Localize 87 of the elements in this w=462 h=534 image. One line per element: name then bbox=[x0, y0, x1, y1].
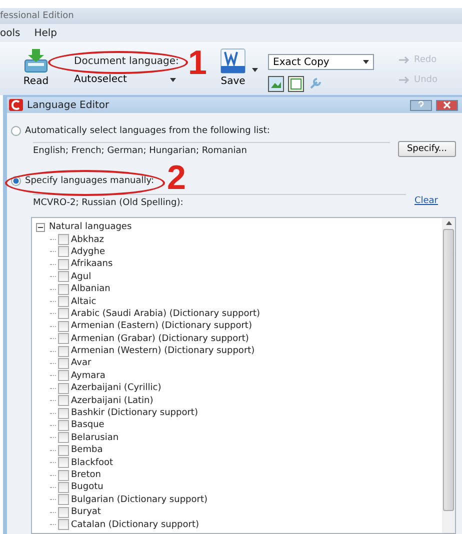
checkbox[interactable] bbox=[58, 346, 69, 357]
tree-item-label[interactable]: Afrikaans bbox=[71, 259, 113, 270]
app-logo-icon bbox=[9, 99, 23, 111]
tree-item-label[interactable]: Abkhaz bbox=[71, 234, 104, 245]
scanner-icon bbox=[22, 48, 50, 74]
close-button[interactable] bbox=[436, 100, 458, 110]
menu-item[interactable]: Help bbox=[34, 28, 58, 38]
checkbox[interactable] bbox=[58, 358, 69, 369]
read-button[interactable]: Read bbox=[20, 42, 52, 87]
dialog-title: Language Editor bbox=[27, 100, 110, 110]
tree-item-label[interactable]: Armenian (Western) (Dictionary support) bbox=[71, 346, 255, 356]
tree-item-label[interactable]: Armenian (Grabar) (Dictionary support) bbox=[71, 334, 249, 344]
caret-icon bbox=[363, 60, 369, 64]
language-dropdown[interactable]: Autoselect bbox=[70, 73, 180, 86]
help-icon bbox=[417, 101, 425, 109]
checkbox[interactable] bbox=[58, 482, 69, 493]
checkbox[interactable] bbox=[58, 320, 69, 332]
tree-group-label[interactable]: Natural languages bbox=[49, 222, 132, 232]
tree-item-label[interactable]: Agul bbox=[71, 272, 92, 282]
help-button[interactable] bbox=[410, 100, 432, 110]
option-label: Automatically select languages from the following list: bbox=[25, 126, 270, 136]
tree-item-label[interactable]: Catalan (Dictionary support) bbox=[71, 520, 200, 530]
checkbox[interactable] bbox=[58, 408, 69, 419]
checkbox[interactable] bbox=[58, 457, 69, 468]
clear-link[interactable]: Clear bbox=[414, 196, 456, 206]
checkbox[interactable] bbox=[58, 296, 69, 308]
callout-number: 1 bbox=[188, 46, 207, 80]
scroll-up-icon[interactable] bbox=[446, 221, 452, 225]
checkbox[interactable] bbox=[58, 519, 69, 530]
tree-item-label[interactable]: Armenian (Eastern) (Dictionary support) bbox=[71, 321, 252, 332]
tree-item-label[interactable]: Bashkir (Dictionary support) bbox=[71, 408, 198, 418]
wrench-icon[interactable] bbox=[308, 77, 322, 91]
tree-item-label[interactable]: Breton bbox=[71, 470, 101, 480]
checkbox[interactable] bbox=[58, 494, 69, 506]
callout-number: 2 bbox=[167, 161, 186, 195]
arrow-icon bbox=[398, 56, 410, 64]
checkbox[interactable] bbox=[58, 333, 69, 344]
tree-item-label[interactable]: Bemba bbox=[71, 445, 103, 456]
checkbox[interactable] bbox=[58, 506, 69, 518]
radio-button[interactable] bbox=[11, 176, 21, 186]
mode-dropdown[interactable]: Exact Copy bbox=[268, 54, 374, 70]
image-icon[interactable] bbox=[268, 76, 284, 92]
checkbox[interactable] bbox=[58, 444, 69, 456]
language-list-field: MCVRO-2; Russian (Old Spelling): bbox=[33, 194, 406, 208]
tree-item-label[interactable]: Azerbaijani (Latin) bbox=[71, 396, 154, 406]
checkbox[interactable] bbox=[58, 271, 69, 282]
tree-item-label[interactable]: Aymara bbox=[71, 370, 106, 381]
arrow-icon bbox=[398, 76, 410, 84]
checkbox[interactable] bbox=[58, 432, 69, 444]
scroll-thumb[interactable] bbox=[443, 229, 454, 511]
tree-item-label[interactable]: Avar bbox=[71, 358, 92, 368]
collapse-icon[interactable] bbox=[36, 222, 45, 232]
tree-item-label[interactable]: Arabic (Saudi Arabia) (Dictionary support) bbox=[71, 308, 260, 319]
tree-item-label[interactable]: Basque bbox=[71, 420, 104, 430]
scrollbar[interactable] bbox=[442, 218, 455, 533]
tree-item-label[interactable]: Buryat bbox=[71, 507, 101, 518]
tree-item-label[interactable]: Azerbaijani (Cyrillic) bbox=[71, 383, 162, 394]
tree-item-label[interactable]: Albanian bbox=[71, 284, 110, 294]
menu-item[interactable]: ools bbox=[0, 28, 20, 38]
checkbox[interactable] bbox=[58, 382, 69, 394]
word-document-icon bbox=[220, 48, 246, 74]
caret-icon bbox=[170, 78, 176, 82]
window-icon[interactable] bbox=[288, 76, 304, 92]
checkbox[interactable] bbox=[58, 470, 69, 480]
tree-item-label[interactable]: Bulgarian (Dictionary support) bbox=[71, 494, 208, 505]
caret-icon[interactable] bbox=[252, 68, 258, 72]
checkbox[interactable] bbox=[58, 234, 69, 246]
checkbox[interactable] bbox=[58, 395, 69, 406]
close-icon bbox=[443, 101, 451, 109]
checkbox[interactable] bbox=[58, 308, 69, 320]
tree-item-label[interactable]: Bugotu bbox=[71, 482, 104, 492]
checkbox[interactable] bbox=[58, 258, 69, 270]
checkbox[interactable] bbox=[58, 370, 69, 382]
checkbox[interactable] bbox=[58, 420, 69, 431]
checkbox[interactable] bbox=[58, 246, 69, 258]
checkbox[interactable] bbox=[58, 284, 69, 295]
specify-button[interactable]: Specify... bbox=[398, 141, 456, 157]
tree-item-label[interactable]: Blackfoot bbox=[71, 458, 114, 468]
radio-button[interactable] bbox=[11, 126, 21, 136]
option-label: Specify languages manually: bbox=[25, 176, 154, 186]
tree-item-label[interactable]: Altaic bbox=[71, 296, 96, 307]
language-list-field: English; French; German; Hungarian; Romanian bbox=[33, 142, 390, 156]
app-title: fessional Edition bbox=[0, 11, 74, 21]
tree-item-label[interactable]: Belarusian bbox=[71, 432, 119, 443]
tree-item-label[interactable]: Adyghe bbox=[71, 246, 105, 257]
document-language-label: Document language: bbox=[74, 56, 179, 66]
save-button[interactable]: Save bbox=[218, 42, 248, 87]
